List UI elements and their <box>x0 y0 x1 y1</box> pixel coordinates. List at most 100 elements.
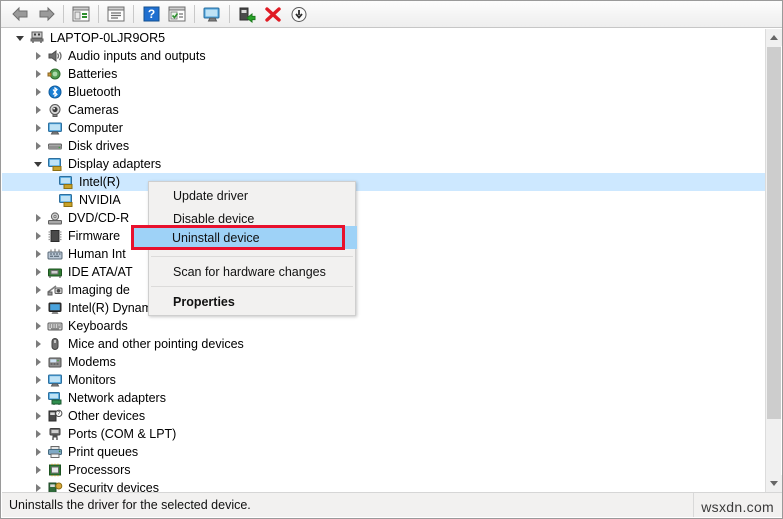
expand-toggle[interactable] <box>30 461 46 479</box>
context-menu-item-label: Disable device <box>173 211 255 226</box>
expand-toggle-root[interactable] <box>12 29 28 47</box>
expand-toggle[interactable] <box>30 245 46 263</box>
help-question-icon: ? <box>143 6 159 22</box>
expand-toggle[interactable] <box>30 263 46 281</box>
tree-item-cameras[interactable]: Cameras <box>2 101 766 119</box>
expand-toggle[interactable] <box>30 317 46 335</box>
chevron-right-icon <box>35 358 41 366</box>
help-button[interactable]: ? <box>138 3 164 26</box>
toolbar-separator-4 <box>194 5 195 23</box>
chevron-right-icon <box>35 394 41 402</box>
processor-icon <box>46 462 64 478</box>
expand-toggle[interactable] <box>30 209 46 227</box>
thermal-framework-icon <box>46 300 64 316</box>
enable-device-button[interactable] <box>234 3 260 26</box>
modem-icon <box>46 354 64 370</box>
svg-text:?: ? <box>147 7 154 21</box>
expand-toggle[interactable] <box>30 65 46 83</box>
svg-text:?: ? <box>57 411 60 417</box>
tree-item-keyboards[interactable]: Keyboards <box>2 317 766 335</box>
context-menu-item-properties[interactable]: Properties <box>149 290 355 313</box>
back-arrow-icon <box>11 6 27 22</box>
display-adapter-icon <box>46 156 64 172</box>
tree-root-item[interactable]: LAPTOP-0LJR9OR5 <box>2 29 766 47</box>
context-menu-highlighted-label: Uninstall device <box>172 230 260 245</box>
update-driver-icon <box>168 6 186 22</box>
tree-item-audio-inputs-and-outputs[interactable]: Audio inputs and outputs <box>2 47 766 65</box>
scroll-up-button[interactable] <box>766 29 782 46</box>
expand-toggle[interactable] <box>30 47 46 65</box>
chevron-right-icon <box>35 430 41 438</box>
chevron-right-icon <box>35 322 41 330</box>
tree-item-dvd-cd-rom-drives[interactable]: DVD/CD-R <box>2 209 766 227</box>
show-hide-console-tree-button[interactable] <box>68 3 94 26</box>
tree-item-label: Computer <box>68 121 123 135</box>
tree-vertical-scrollbar[interactable] <box>765 29 782 492</box>
expand-toggle[interactable] <box>30 83 46 101</box>
context-menu-item-update-driver[interactable]: Update driver <box>149 184 355 207</box>
tree-item-display-adapters[interactable]: Display adapters <box>2 155 766 173</box>
chevron-right-icon <box>35 106 41 114</box>
tree-item-ide-ata-atapi-controllers[interactable]: IDE ATA/AT <box>2 263 766 281</box>
uninstall-device-button[interactable] <box>260 3 286 26</box>
toolbar-separator-5 <box>229 5 230 23</box>
disable-device-button[interactable] <box>286 3 312 26</box>
chevron-right-icon <box>35 214 41 222</box>
properties-button[interactable] <box>103 3 129 26</box>
tree-item-other-devices[interactable]: ? Other devices <box>2 407 766 425</box>
collapse-toggle-display-adapters[interactable] <box>30 155 46 173</box>
scrollbar-thumb[interactable] <box>767 47 781 419</box>
tree-item-mice-and-other-pointing-devices[interactable]: Mice and other pointing devices <box>2 335 766 353</box>
tree-item-modems[interactable]: Modems <box>2 353 766 371</box>
tree-item-computer[interactable]: Computer <box>2 119 766 137</box>
expand-toggle[interactable] <box>30 299 46 317</box>
context-menu-item-scan-for-hardware-changes[interactable]: Scan for hardware changes <box>149 260 355 283</box>
context-menu-item-label: Update driver <box>173 188 249 203</box>
expand-toggle[interactable] <box>30 281 46 299</box>
forward-button[interactable] <box>33 3 59 26</box>
tree-item-firmware[interactable]: Firmware <box>2 227 766 245</box>
expand-toggle[interactable] <box>30 479 46 492</box>
expand-toggle[interactable] <box>30 371 46 389</box>
expand-toggle[interactable] <box>30 443 46 461</box>
monitor-scan-icon <box>203 7 220 21</box>
tree-item-processors[interactable]: Processors <box>2 461 766 479</box>
expand-toggle[interactable] <box>30 119 46 137</box>
expand-toggle[interactable] <box>30 389 46 407</box>
tree-item-monitors[interactable]: Monitors <box>2 371 766 389</box>
chevron-right-icon <box>35 286 41 294</box>
expand-toggle[interactable] <box>30 137 46 155</box>
tree-item-disk-drives[interactable]: Disk drives <box>2 137 766 155</box>
device-tree[interactable]: LAPTOP-0LJR9OR5 Audio inputs and outputs <box>2 29 767 492</box>
imaging-device-icon <box>46 282 64 298</box>
tree-item-security-devices[interactable]: Security devices <box>2 479 766 492</box>
expand-toggle[interactable] <box>30 425 46 443</box>
tree-item-batteries[interactable]: Batteries <box>2 65 766 83</box>
update-driver-button[interactable] <box>164 3 190 26</box>
scroll-down-button[interactable] <box>766 475 782 492</box>
expand-toggle[interactable] <box>30 353 46 371</box>
back-button[interactable] <box>7 3 33 26</box>
scan-hardware-button[interactable] <box>199 3 225 26</box>
expand-toggle[interactable] <box>30 227 46 245</box>
keyboard-icon <box>46 318 64 334</box>
tree-item-human-interface-devices[interactable]: Human Int <box>2 245 766 263</box>
tree-item-bluetooth[interactable]: Bluetooth <box>2 83 766 101</box>
expand-toggle[interactable] <box>30 335 46 353</box>
tree-item-intel-display-adapter[interactable]: Intel(R) <box>2 173 766 191</box>
tree-item-imaging-devices[interactable]: Imaging de <box>2 281 766 299</box>
tree-item-intel-dynamic-platform-thermal-framework[interactable]: Intel(R) Dynamic Platform and Thermal Fr… <box>2 299 766 317</box>
chevron-right-icon <box>35 70 41 78</box>
tree-item-network-adapters[interactable]: Network adapters <box>2 389 766 407</box>
toolbar-separator-2 <box>98 5 99 23</box>
scroll-up-icon <box>770 35 778 40</box>
tree-item-label: Security devices <box>68 481 160 492</box>
tree-item-print-queues[interactable]: Print queues <box>2 443 766 461</box>
console-tree-icon <box>72 6 90 22</box>
expand-toggle[interactable] <box>30 407 46 425</box>
chevron-right-icon <box>35 340 41 348</box>
tree-item-label: Mice and other pointing devices <box>68 337 244 351</box>
expand-toggle[interactable] <box>30 101 46 119</box>
tree-item-ports-com-lpt[interactable]: Ports (COM & LPT) <box>2 425 766 443</box>
tree-item-nvidia-display-adapter[interactable]: NVIDIA <box>2 191 766 209</box>
